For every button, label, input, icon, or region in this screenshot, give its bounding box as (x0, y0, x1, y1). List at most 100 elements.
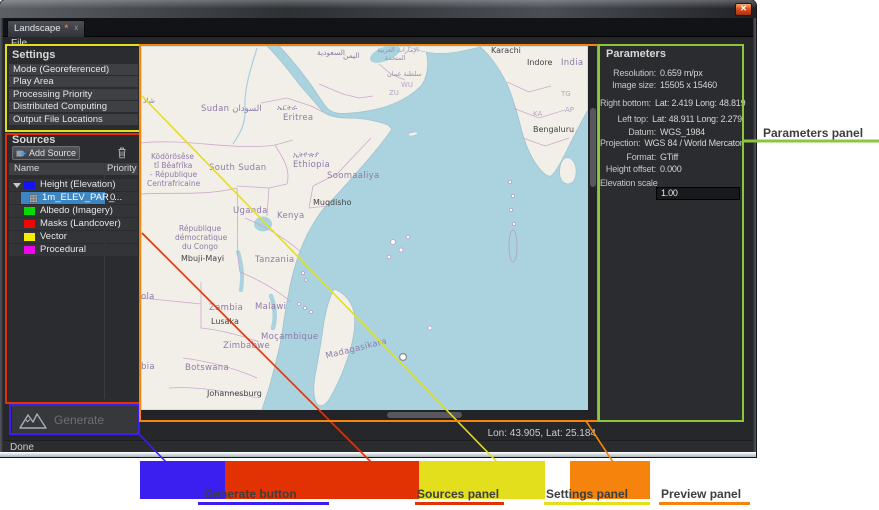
window-titlebar[interactable]: ✕ (0, 0, 756, 18)
priority-value[interactable]: 0 (110, 192, 115, 204)
tab-close-icon[interactable]: x (74, 23, 78, 32)
map-label: ኤርትራ (277, 103, 297, 113)
annotated-screenshot: ✕ Landscape * x File Settings Mode (Geor… (0, 0, 879, 510)
map-vertical-scrollbar[interactable] (588, 46, 597, 410)
map-label: اليمن (343, 51, 360, 60)
param-label: Elevation scale (600, 178, 656, 188)
legend-label-sources: Sources panel (417, 487, 499, 501)
map-label: Karachi (491, 46, 521, 55)
map-label: ኢትዮጵያ (293, 150, 319, 160)
source-row-elev-file[interactable]: 1m_ELEV_PAR_... 0 (9, 192, 138, 204)
map-label: India (561, 58, 583, 68)
source-label: Vector (40, 231, 67, 243)
vertical-scrollbar-thumb[interactable] (590, 108, 596, 187)
legend-underline-sources (415, 502, 504, 505)
sources-panel: Sources Add Source Name Priority Height … (8, 133, 139, 403)
param-image-size: Image size: 15505 x 15460 (600, 80, 742, 90)
map-label: Bengaluru (533, 125, 574, 134)
legend-label-preview: Preview panel (661, 487, 741, 501)
map-labels-layer: Sudan السودان South Sudan ኤርትራEritrea ኢትዮጵያ… (141, 46, 588, 410)
map-label: République (179, 224, 221, 233)
param-label: Height offset: (600, 164, 656, 174)
map-label: Tanzania (255, 255, 294, 265)
source-row-procedural[interactable]: Procedural (9, 244, 138, 256)
map-label: WU (401, 81, 413, 89)
horizontal-scrollbar-thumb[interactable] (387, 412, 462, 418)
map-label: Madagasikara (325, 337, 388, 362)
settings-item-output-file-locations[interactable]: Output File Locations (9, 114, 138, 125)
tab-landscape[interactable]: Landscape * x (7, 20, 85, 37)
map-label: du Congo (182, 242, 218, 251)
column-name[interactable]: Name (14, 163, 39, 175)
masks-color-chip (24, 220, 35, 228)
map-canvas[interactable]: Sudan السودان South Sudan ኤርትራEritrea ኢትዮጵያ… (141, 46, 588, 410)
param-projection: Projection: WGS 84 / World Mercator (600, 138, 742, 148)
delete-source-icon[interactable] (116, 146, 128, 159)
map-label: Zimbabwe (223, 341, 270, 351)
sources-header: Sources (12, 134, 55, 146)
source-row-vector[interactable]: Vector (9, 231, 138, 243)
param-datum: Datum: WGS_1984 (600, 127, 742, 137)
column-priority[interactable]: Priority (107, 163, 137, 175)
add-source-button[interactable]: Add Source (12, 146, 80, 160)
modified-indicator: * (64, 23, 68, 34)
settings-panel: Settings Mode (Georeferenced) Play Area … (8, 48, 139, 131)
legend-label-settings: Settings panel (546, 487, 628, 501)
map-label: Moçambique (261, 332, 318, 342)
param-label: Image size: (600, 80, 656, 90)
source-row-height[interactable]: Height (Elevation) (9, 179, 138, 191)
map-horizontal-scrollbar[interactable] (141, 410, 588, 420)
map-label: Centrafricaine (147, 179, 200, 188)
map-label: Indore (527, 58, 552, 67)
parameters-header: Parameters (606, 48, 666, 60)
app-window: ✕ Landscape * x File Settings Mode (Geor… (0, 0, 756, 457)
settings-item-mode[interactable]: Mode (Georeferenced) (9, 64, 138, 75)
param-value: Lat: 2.419 Long: 48.819 (655, 98, 746, 108)
window-close-button[interactable]: ✕ (735, 3, 752, 16)
map-label: Sudan السودان (201, 104, 262, 114)
map-label: Muqdisho (313, 198, 351, 207)
settings-item-distributed-computing[interactable]: Distributed Computing (9, 101, 138, 112)
map-label: المتحدة (385, 54, 406, 62)
map-label: السعودية (317, 48, 345, 57)
window-frame-left (0, 18, 3, 452)
source-row-albedo[interactable]: Albedo (Imagery) (9, 205, 138, 217)
raster-layer-icon (29, 194, 38, 203)
map-label: Botswana (185, 363, 229, 373)
expander-icon[interactable] (13, 183, 21, 188)
map-label: سلطنة عمان (387, 70, 422, 78)
status-bar: Done (3, 440, 753, 452)
preview-map[interactable]: Sudan السودان South Sudan ኤርትራEritrea ኢትዮጵያ… (141, 46, 597, 420)
map-label: ola (141, 292, 155, 302)
source-row-masks[interactable]: Masks (Landcover) (9, 218, 138, 230)
map-label: TG (561, 90, 571, 98)
source-label: Height (Elevation) (40, 179, 116, 191)
map-label: - République (150, 170, 197, 179)
param-label: Left top: (600, 114, 648, 124)
map-label: Uganda (233, 206, 268, 216)
map-label: Malawi (255, 302, 286, 312)
settings-item-processing-priority[interactable]: Processing Priority (9, 89, 138, 100)
mountains-icon (18, 410, 48, 430)
param-label: Projection: (600, 138, 640, 148)
map-label: South Sudan (209, 163, 266, 173)
map-label: Eritrea (283, 113, 313, 123)
settings-header: Settings (12, 49, 55, 61)
map-label: KA (533, 110, 542, 118)
window-frame-bottom (0, 452, 756, 457)
map-label: Lusaka (211, 317, 239, 326)
scrollbar-corner (588, 410, 597, 420)
tab-title: Landscape (14, 23, 60, 34)
param-value: Lat: 48.911 Long: 2.279 (652, 114, 742, 124)
source-label: Albedo (Imagery) (40, 205, 113, 217)
param-format: Format: GTiff (600, 152, 742, 162)
elevation-scale-input[interactable]: 1.00 (656, 187, 740, 200)
param-value: 0.000 (660, 164, 682, 174)
generate-button[interactable]: Generate (12, 406, 138, 433)
sources-column-header[interactable]: Name Priority (9, 163, 138, 175)
settings-item-play-area[interactable]: Play Area (9, 76, 138, 87)
param-value: WGS_1984 (660, 127, 705, 137)
map-label: Johannesburg (207, 389, 262, 398)
legend-label-generate: Generate button (204, 487, 297, 501)
parameters-panel: Parameters Resolution: 0.659 m/px Image … (600, 46, 742, 420)
